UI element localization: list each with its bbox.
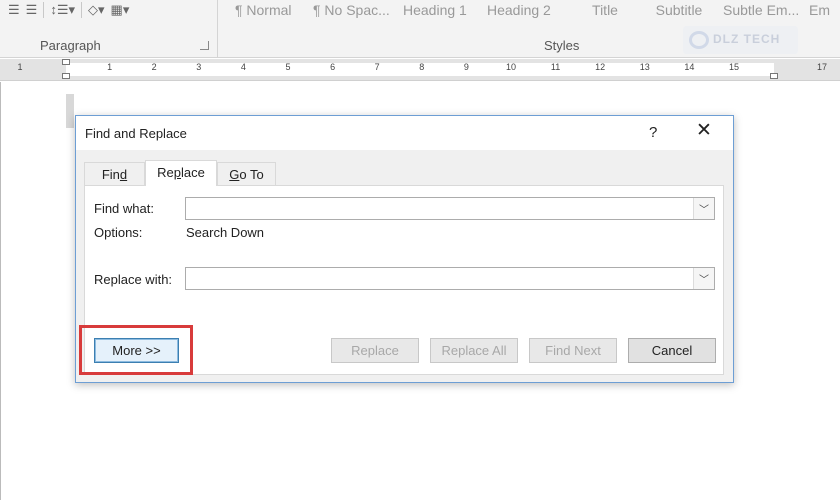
tab-find-label: Find — [101, 167, 128, 182]
ruler-number: 6 — [330, 62, 336, 72]
chevron-down-icon[interactable]: ﹀ — [693, 198, 714, 219]
ruler-number: 4 — [240, 62, 246, 72]
ruler-number: 17 — [816, 62, 828, 72]
ruler-number: 9 — [463, 62, 469, 72]
replace-button[interactable]: Replace — [331, 338, 419, 363]
ruler-number: 13 — [639, 62, 650, 72]
replace-all-button[interactable]: Replace All — [430, 338, 518, 363]
ruler-number: 14 — [684, 62, 695, 72]
styles-group-label: Styles — [544, 38, 580, 53]
ruler-number: 12 — [595, 62, 606, 72]
watermark-emblem-icon — [689, 31, 709, 49]
ruler-number: 8 — [419, 62, 425, 72]
replace-with-label: Replace with: — [94, 272, 173, 287]
line-spacing-icon[interactable]: ↕☰▾ — [50, 2, 75, 18]
style-subtle-emphasis[interactable]: Subtle Em... — [715, 0, 801, 22]
options-value: Search Down — [186, 225, 265, 240]
cancel-button[interactable]: Cancel — [628, 338, 716, 363]
horizontal-ruler[interactable]: 1 1 2 3 4 5 6 7 8 9 10 11 12 13 14 15 17 — [0, 59, 840, 81]
paragraph-group-label: Paragraph — [40, 38, 101, 53]
find-what-input[interactable] — [186, 198, 692, 219]
replace-with-combobox[interactable]: ﹀ — [185, 267, 715, 290]
ruler-number: 15 — [728, 62, 740, 72]
separator — [81, 2, 82, 18]
watermark-text: DLZ TECH — [713, 32, 781, 46]
replace-with-input[interactable] — [186, 268, 692, 289]
paragraph-group: ☰ ☰ ↕☰▾ ◇▾ ▦▾ Paragraph — [0, 0, 218, 58]
style-title[interactable]: Title — [567, 0, 643, 22]
borders-icon[interactable]: ▦▾ — [111, 2, 130, 18]
vertical-ruler-marker — [66, 94, 74, 128]
paragraph-dialog-launcher-icon[interactable] — [200, 41, 209, 50]
ruler-number: 5 — [285, 62, 291, 72]
dialog-titlebar[interactable]: Find and Replace ? ✕ — [76, 116, 733, 150]
style-gallery: ¶ Normal ¶ No Spac... Heading 1 Heading … — [227, 0, 831, 22]
shading-icon[interactable]: ◇▾ — [88, 2, 105, 18]
left-indent-marker[interactable] — [62, 73, 70, 79]
ruler-number: 7 — [374, 62, 380, 72]
tab-replace[interactable]: Replace — [145, 160, 217, 186]
style-normal[interactable]: ¶ Normal — [227, 0, 305, 22]
right-indent-marker[interactable] — [770, 73, 778, 79]
ruler-number: 11 — [550, 62, 561, 72]
tab-goto[interactable]: Go To — [217, 162, 276, 187]
style-heading-2[interactable]: Heading 2 — [479, 0, 567, 22]
find-what-label: Find what: — [94, 201, 154, 216]
paragraph-toolbar: ☰ ☰ ↕☰▾ ◇▾ ▦▾ — [8, 0, 129, 20]
find-next-button[interactable]: Find Next — [529, 338, 617, 363]
ruler-number: 1 — [107, 62, 113, 72]
first-line-indent-marker[interactable] — [62, 59, 70, 65]
ribbon: ☰ ☰ ↕☰▾ ◇▾ ▦▾ Paragraph ¶ Normal ¶ No Sp… — [0, 0, 840, 58]
close-icon[interactable]: ✕ — [696, 121, 712, 141]
find-what-combobox[interactable]: ﹀ — [185, 197, 715, 220]
ruler-number: 2 — [151, 62, 157, 72]
separator — [43, 2, 45, 18]
style-no-spacing[interactable]: ¶ No Spac... — [305, 0, 395, 22]
watermark-logo: DLZ TECH — [683, 26, 798, 54]
ruler-number: 3 — [196, 62, 202, 72]
justify-icon[interactable]: ☰ — [26, 2, 38, 18]
ruler-number: 10 — [505, 62, 517, 72]
options-label: Options: — [94, 225, 143, 240]
style-heading-1[interactable]: Heading 1 — [395, 0, 479, 22]
highlight-annotation — [79, 325, 193, 375]
styles-group: ¶ Normal ¶ No Spac... Heading 1 Heading … — [219, 0, 840, 58]
tab-goto-label: Go To — [229, 167, 264, 182]
tab-find[interactable]: Find — [84, 162, 145, 187]
style-emphasis[interactable]: Em — [801, 0, 831, 22]
align-right-icon[interactable]: ☰ — [8, 2, 20, 18]
chevron-down-icon[interactable]: ﹀ — [693, 268, 714, 289]
dialog-title: Find and Replace — [85, 126, 187, 141]
style-subtitle[interactable]: Subtitle — [643, 0, 715, 22]
help-icon[interactable]: ? — [649, 124, 657, 141]
tab-replace-label: Replace — [157, 165, 205, 180]
ruler-number: 1 — [17, 62, 23, 72]
